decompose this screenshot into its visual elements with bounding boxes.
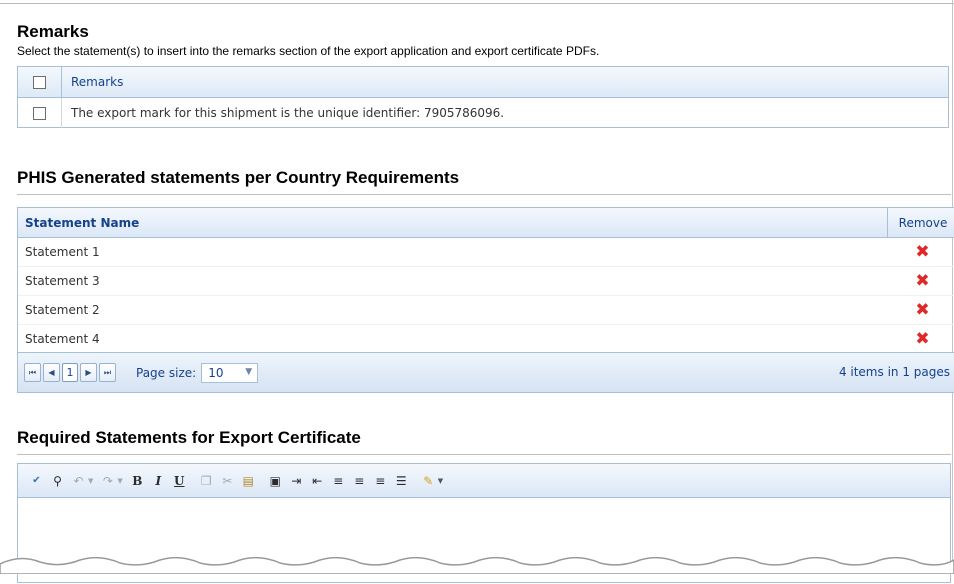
editor-toolbar: ✔ ⚲ ↶ ▼ ↷ ▼ B I U ❐ ✂ ▤ ▣ ⇥ ⇤ ≡ ≡ ≡ ☰ ✎ … <box>18 464 950 498</box>
statement-row: Statement 1 ✖ <box>18 238 954 267</box>
phis-title-divider <box>17 194 951 195</box>
select-all-checkbox[interactable] <box>33 75 46 89</box>
remarks-grid-header: Remarks <box>18 67 948 98</box>
statements-grid: Statement Name Remove Statement 1 ✖ Stat… <box>17 207 954 393</box>
remove-icon[interactable]: ✖ <box>915 330 929 348</box>
align-right-icon[interactable]: ≡ <box>372 472 389 489</box>
remove-icon[interactable]: ✖ <box>915 243 929 261</box>
remove-icon[interactable]: ✖ <box>915 301 929 319</box>
last-page-icon[interactable]: ⏭ <box>99 363 116 382</box>
remarks-grid: Remarks The export mark for this shipmen… <box>17 66 949 128</box>
italic-icon[interactable]: I <box>150 472 167 489</box>
remark-checkbox[interactable] <box>33 106 46 120</box>
underline-icon[interactable]: U <box>171 472 188 489</box>
page-size-value: 10 <box>208 365 224 380</box>
statements-grid-header: Statement Name Remove <box>18 208 954 238</box>
grid-pager: ⏮ ◀ 1 ▶ ⏭ Page size: 10 ▼ 4 items in 1 p… <box>18 352 954 392</box>
remove-column-header: Remove <box>887 208 954 237</box>
page-size-label: Page size: <box>136 365 197 380</box>
phis-title: PHIS Generated statements per Country Re… <box>17 168 460 187</box>
select-all-cell <box>18 67 62 97</box>
required-statements-title: Required Statements for Export Certifica… <box>17 428 361 447</box>
spellcheck-icon[interactable]: ✔ <box>28 472 45 489</box>
indent-icon[interactable]: ⇥ <box>288 472 305 489</box>
paste-special-icon[interactable]: ▣ <box>267 472 284 489</box>
format-stripper-dropdown-icon[interactable]: ▼ <box>438 477 443 485</box>
required-title-divider <box>17 454 951 455</box>
statement-name: Statement 1 <box>25 245 100 259</box>
statement-name: Statement 3 <box>25 274 100 288</box>
remarks-column-header[interactable]: Remarks <box>62 75 123 89</box>
prev-page-icon[interactable]: ◀ <box>43 363 60 382</box>
statement-name-column-header[interactable]: Statement Name <box>18 216 887 230</box>
statement-row: Statement 3 ✖ <box>18 267 954 296</box>
statement-row: Statement 4 ✖ <box>18 325 954 354</box>
paste-icon[interactable]: ▤ <box>240 472 257 489</box>
statement-name: Statement 2 <box>25 303 100 317</box>
redo-icon[interactable]: ↷ <box>99 472 116 489</box>
cut-icon[interactable]: ✂ <box>219 472 236 489</box>
chevron-down-icon: ▼ <box>245 366 253 377</box>
remark-text: The export mark for this shipment is the… <box>71 106 505 120</box>
remarks-description: Select the statement(s) to insert into t… <box>17 44 600 58</box>
pager-items-info: 4 items in 1 pages <box>838 365 950 379</box>
remarks-title: Remarks <box>17 22 89 41</box>
statement-row: Statement 2 ✖ <box>18 296 954 325</box>
page-size-dropdown[interactable]: 10 ▼ <box>201 362 259 383</box>
undo-icon[interactable]: ↶ <box>70 472 87 489</box>
torn-edge-decoration <box>0 556 954 574</box>
remove-icon[interactable]: ✖ <box>915 272 929 290</box>
align-left-icon[interactable]: ≡ <box>330 472 347 489</box>
find-icon[interactable]: ⚲ <box>49 472 66 489</box>
remark-checkbox-cell <box>18 98 62 128</box>
statement-name: Statement 4 <box>25 332 100 346</box>
numbered-list-icon[interactable]: ☰ <box>393 472 410 489</box>
remarks-row: The export mark for this shipment is the… <box>18 98 948 128</box>
bold-icon[interactable]: B <box>129 472 146 489</box>
outdent-icon[interactable]: ⇤ <box>309 472 326 489</box>
top-border <box>0 3 954 4</box>
align-center-icon[interactable]: ≡ <box>351 472 368 489</box>
page-number-button[interactable]: 1 <box>62 363 78 382</box>
undo-dropdown-icon[interactable]: ▼ <box>88 477 93 485</box>
copy-icon[interactable]: ❐ <box>198 472 215 489</box>
redo-dropdown-icon[interactable]: ▼ <box>117 477 122 485</box>
first-page-icon[interactable]: ⏮ <box>24 363 41 382</box>
next-page-icon[interactable]: ▶ <box>80 363 97 382</box>
format-stripper-icon[interactable]: ✎ <box>420 472 437 489</box>
